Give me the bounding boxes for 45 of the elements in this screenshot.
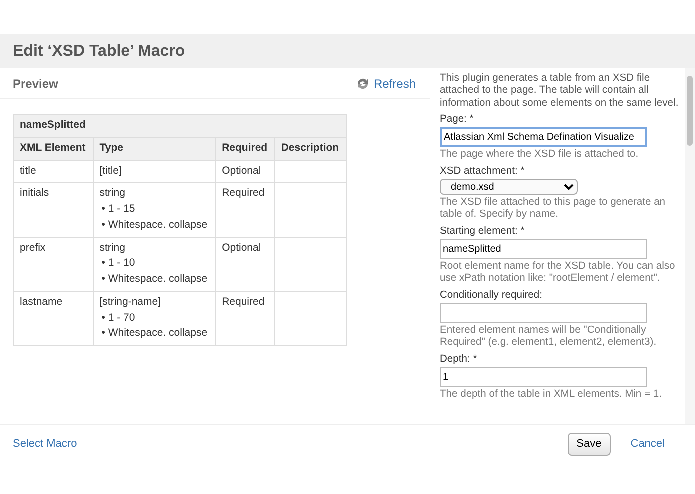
table-cell [274, 160, 346, 183]
table-caption: nameSplitted [14, 114, 346, 138]
field-label: Conditionally required: [440, 290, 544, 302]
help-text: Entered element names will be "Conditionally Required" (e.g. element1, element2, element3). [440, 325, 658, 350]
field-label: Starting element: * [440, 226, 526, 238]
table-cell [274, 237, 346, 292]
field-label: Page: * [440, 114, 475, 126]
save-button[interactable]: Save [568, 433, 611, 456]
table-cell: lastname [14, 291, 94, 346]
input-field[interactable]: 1 [440, 367, 647, 388]
help-text: The depth of the table in XML elements. Min = 1. [440, 389, 663, 402]
attachment-select[interactable]: demo.xsd [440, 179, 578, 196]
table-cell: Optional [216, 237, 275, 292]
table-cell: title [14, 160, 94, 183]
refresh-icon [356, 78, 370, 90]
help-text: The page where the XSD file is attached to. [440, 149, 640, 162]
table-cell: Required [216, 291, 275, 346]
column-header: Required [216, 137, 275, 160]
column-header: Type [93, 137, 216, 160]
table-cell [274, 291, 346, 346]
help-text: Root element name for the XSD table. You can also use xPath notation like: "rootElement / element". [440, 261, 676, 286]
input-field[interactable]: nameSplitted [440, 239, 647, 260]
refresh-link[interactable]: Refresh [356, 75, 416, 93]
column-header: XML Element [14, 137, 94, 160]
table-cell: [title] [93, 160, 216, 183]
help-text: The XSD file attached to this page to generate an table of. Specify by name. [440, 197, 667, 222]
table-cell: initials [14, 182, 94, 237]
input-field[interactable] [440, 303, 647, 324]
select-macro-link[interactable]: Select Macro [13, 436, 78, 452]
table-cell [274, 182, 346, 237]
table-cell: Required [216, 182, 275, 237]
cancel-link[interactable]: Cancel [630, 436, 665, 452]
field-label: Depth: * [440, 354, 478, 366]
preview-heading: Preview [13, 76, 58, 93]
table-cell: prefix [14, 237, 94, 292]
column-header: Description [274, 137, 346, 160]
field-label: XSD attachment: * [440, 166, 526, 178]
table-cell: [string-name] • 1 - 70 • Whitespace. collapse [93, 291, 216, 346]
dialog-title: Edit ‘XSD Table’ Macro [13, 42, 186, 62]
intro-text: This plugin generates a table from an XSD file attached to the page. The table will contain all information about some elements on the same level. [440, 73, 679, 110]
input-field[interactable]: Atlassian Xml Schema Defination Visualize [440, 127, 647, 148]
scrollbar[interactable] [685, 68, 695, 424]
table-cell: string • 1 - 15 • Whitespace. collapse [93, 182, 216, 237]
table-cell: Optional [216, 160, 275, 183]
table-cell: string • 1 - 10 • Whitespace. collapse [93, 237, 216, 292]
